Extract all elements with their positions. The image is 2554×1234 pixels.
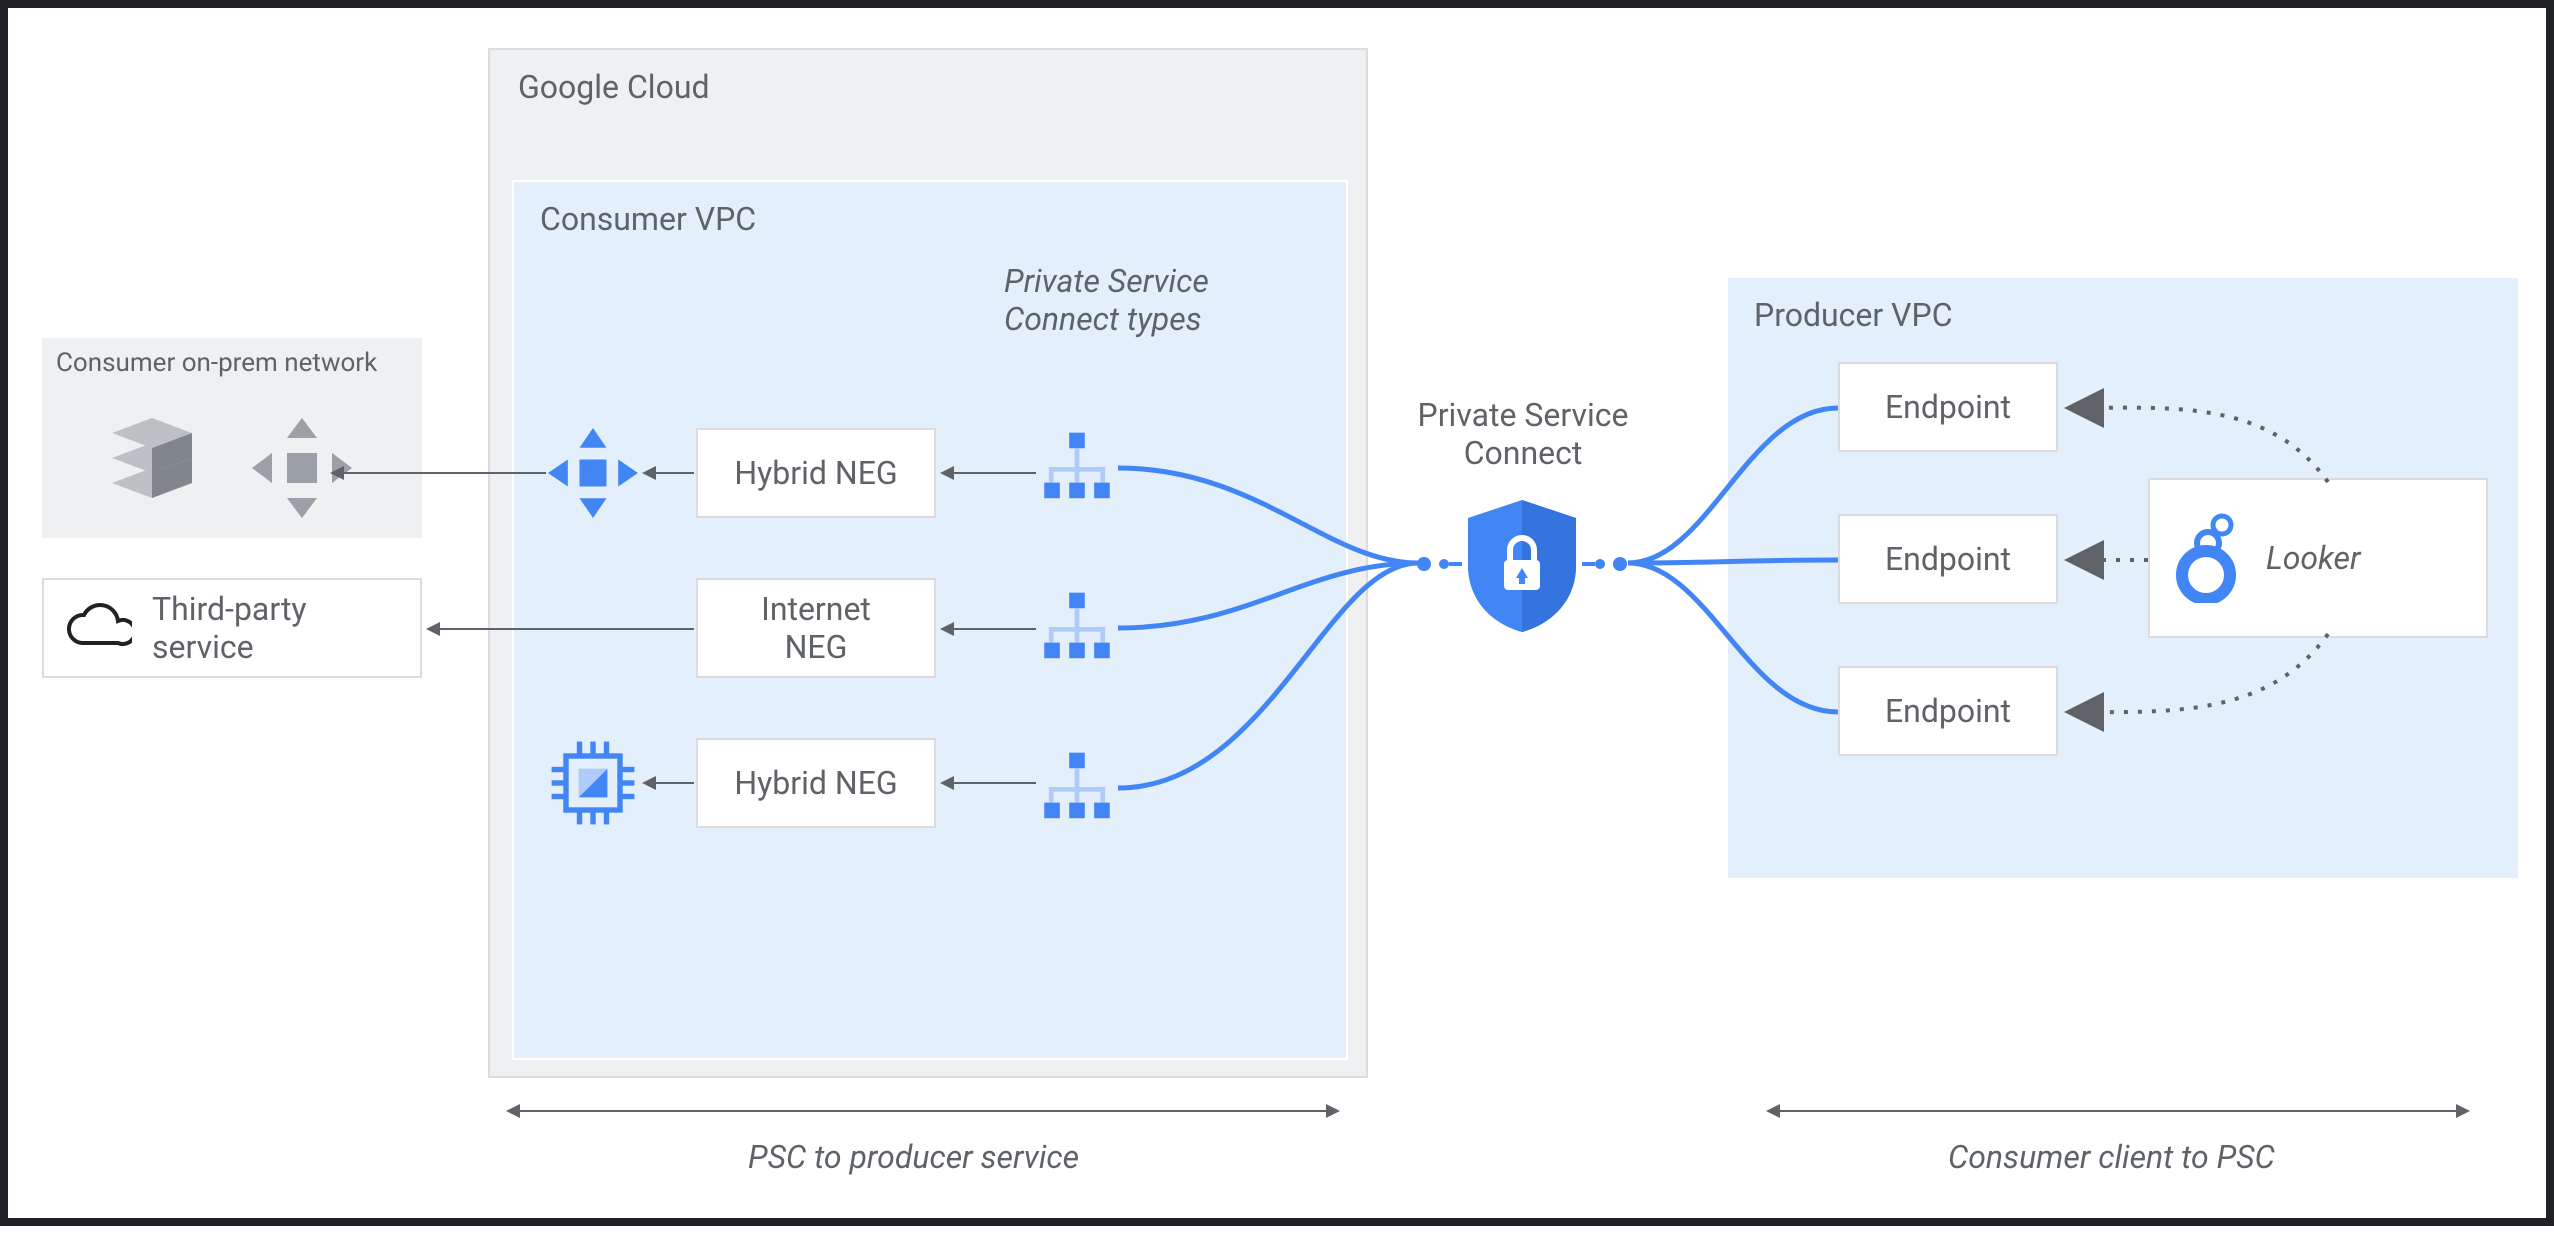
- range-psc-to-producer: [508, 1110, 1338, 1112]
- arrow-lb2-to-neg2: [942, 628, 1036, 630]
- arrow-neg3-to-chip: [644, 782, 694, 784]
- diagram-canvas: Google Cloud Consumer VPC Producer VPC C…: [8, 8, 2546, 1218]
- arrow-lb3-to-neg3: [942, 782, 1036, 784]
- arrow-neg1-to-netarrows: [644, 472, 694, 474]
- connectors-dotted: [8, 8, 2554, 1234]
- arrow-to-thirdparty: [428, 628, 694, 630]
- arrow-to-onprem: [332, 472, 546, 474]
- arrow-lb1-to-neg1: [942, 472, 1036, 474]
- range-consumer-to-psc: [1768, 1110, 2468, 1112]
- label-range-right: Consumer client to PSC: [1948, 1138, 2275, 1176]
- diagram-frame: Google Cloud Consumer VPC Producer VPC C…: [0, 0, 2554, 1226]
- label-range-left: PSC to producer service: [748, 1138, 1079, 1176]
